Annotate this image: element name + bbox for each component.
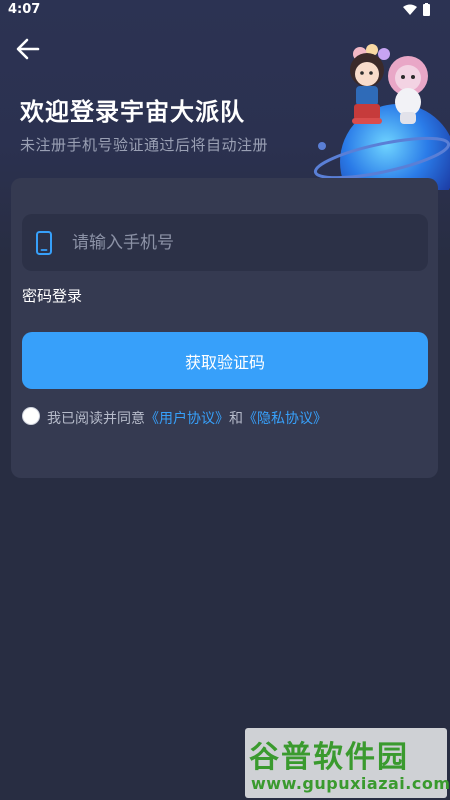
- agreement-row: 我已阅读并同意《用户协议》和《隐私协议》: [22, 407, 422, 429]
- get-code-button[interactable]: 获取验证码: [22, 332, 428, 389]
- watermark-logo: 谷普软件园: [249, 740, 409, 775]
- watermark: 谷普软件园 www.gupuxiazai.com: [245, 728, 450, 798]
- page-subtitle: 未注册手机号验证通过后将自动注册: [20, 136, 269, 154]
- wifi-icon: [403, 4, 417, 15]
- privacy-agreement-link[interactable]: 《隐私协议》: [243, 411, 327, 427]
- page-title: 欢迎登录宇宙大派队: [20, 98, 245, 126]
- agreement-text: 我已阅读并同意《用户协议》和《隐私协议》: [47, 408, 327, 428]
- login-card: 密码登录 获取验证码 我已阅读并同意《用户协议》和《隐私协议》: [11, 178, 438, 478]
- phone-field[interactable]: [22, 214, 428, 271]
- agreement-connector: 和: [229, 411, 243, 427]
- agreement-prefix: 我已阅读并同意: [47, 411, 145, 427]
- agreement-checkbox[interactable]: [22, 407, 40, 425]
- mascot-illustration: [300, 40, 450, 190]
- back-button[interactable]: [12, 33, 44, 65]
- status-icons: [402, 3, 432, 17]
- password-login-link[interactable]: 密码登录: [22, 285, 82, 306]
- phone-icon: [35, 231, 53, 255]
- battery-icon: [423, 4, 430, 16]
- phone-input[interactable]: [72, 228, 412, 258]
- user-agreement-link[interactable]: 《用户协议》: [145, 411, 229, 427]
- watermark-url: www.gupuxiazai.com: [251, 774, 450, 793]
- arrow-left-icon: [16, 38, 40, 60]
- status-bar: 4:07: [0, 0, 450, 22]
- status-time: 4:07: [8, 2, 41, 17]
